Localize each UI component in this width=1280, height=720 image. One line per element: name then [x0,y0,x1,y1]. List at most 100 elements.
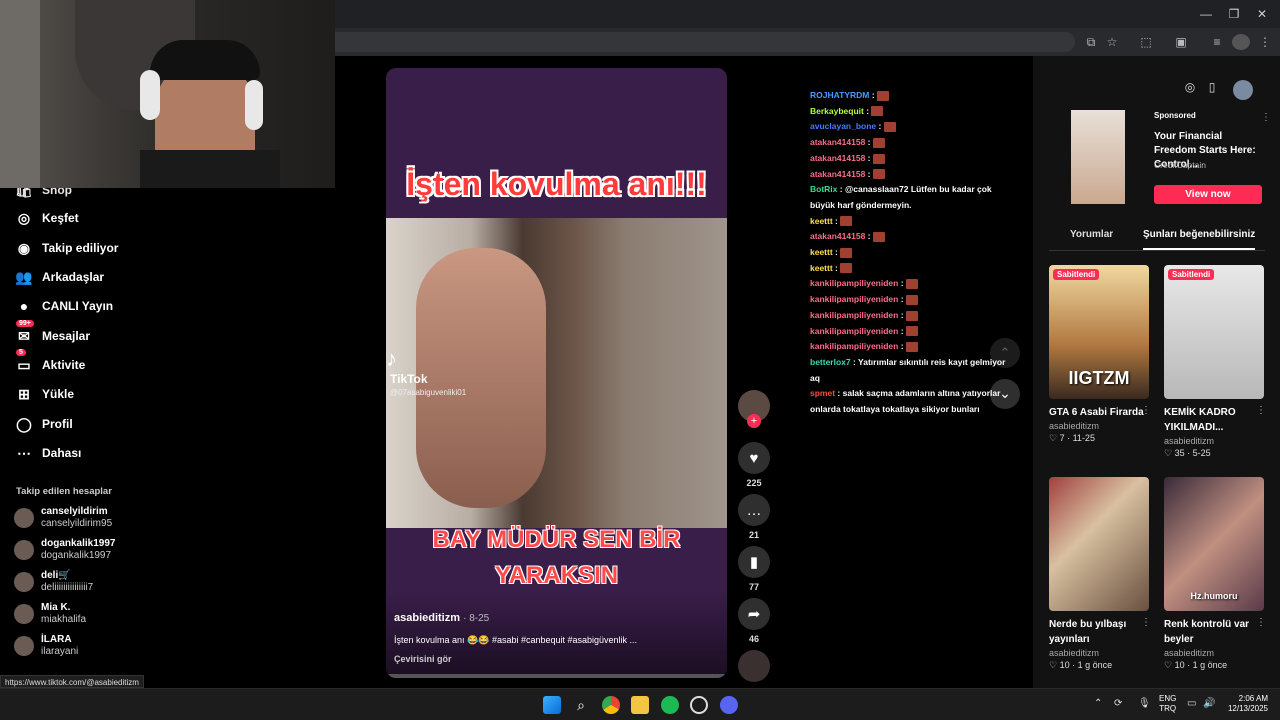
card-user[interactable]: asabieditizm [1164,436,1264,446]
card-title[interactable]: Nerde bu yılbaşı yayınları [1049,617,1149,647]
media-icon[interactable]: ≡ [1208,34,1226,50]
ad-more-icon[interactable]: ⋮ [1261,112,1271,123]
card-meta: ♡ 10 · 1 g önce [1164,660,1264,671]
chat-line: atakan414158 : [810,167,1020,183]
emote-icon [905,279,918,290]
bookmark-star-icon[interactable]: ☆ [1103,34,1121,50]
restore-icon[interactable]: ❐ [1224,6,1244,22]
following-account[interactable]: İLARA ilarayani [14,634,78,658]
card-title[interactable]: KEMİK KADRO YIKILMADI... [1164,405,1264,435]
emote-icon [872,232,885,243]
search-icon[interactable]: ⌕ [572,696,590,714]
music-disc-icon[interactable] [738,650,770,682]
chat-line: aq [810,371,1020,387]
minimize-icon[interactable]: — [1196,6,1216,22]
like-button[interactable]: ♥ 225 [737,442,771,488]
video-player[interactable]: İşten kovulma anı!!! ♪ TikTok @07asabigu… [386,68,727,678]
comment-count: 21 [748,530,759,540]
sidebar-item-6[interactable]: ✉ 99+ Mesajlar [14,320,90,348]
video-author[interactable]: asabieditizm · 8-25 [394,612,489,624]
sidebar-item-8[interactable]: ⊞ Yükle [14,382,74,406]
share-icon[interactable]: ➦ [738,598,770,630]
sidebar-item-label: Aktivite [42,358,86,372]
translate-link[interactable]: Çevirisini gör [394,654,452,664]
sidebar-item-5[interactable]: ● CANLI Yayın [14,294,113,318]
card-more-icon[interactable]: ⋮ [1141,617,1151,628]
following-account[interactable]: dogankalik1997 dogankalik1997 [14,538,115,562]
recommended-video-card[interactable]: ⋮ Nerde bu yılbaşı yayınları asabieditizm ♡… [1049,477,1151,671]
network-icon[interactable]: ▭ [1187,698,1196,709]
video-thumbnail[interactable]: Sabitlendi [1164,265,1264,399]
card-more-icon[interactable]: ⋮ [1256,405,1266,416]
following-account[interactable]: Mia K. miakhalifa [14,602,86,626]
tab-you-may-like[interactable]: Şunları beğenebilirsiniz [1143,229,1255,240]
chat-separator: : [876,121,884,132]
sidebar-item-10[interactable]: ⋯ Dahası [14,441,81,465]
author-name[interactable]: asabieditizm [394,612,460,624]
follow-plus-icon[interactable]: + [747,414,761,428]
extensions-icon[interactable]: ⬚ [1137,34,1155,50]
sidebar-item-3[interactable]: ◉ Takip ediliyor [14,236,119,260]
card-user[interactable]: asabieditizm [1049,648,1149,658]
sidebar-item-2[interactable]: ◎ Keşfet [14,206,79,230]
chat-username: avuclayan_bone [810,121,877,132]
menu-kebab-icon[interactable]: ⋮ [1256,34,1274,50]
spotify-icon[interactable] [661,696,679,714]
chat-line: atakan414158 : [810,135,1020,151]
tab-comments[interactable]: Yorumlar [1070,229,1113,240]
bookmark-icon[interactable]: ▮ [738,546,770,578]
chrome-icon[interactable] [602,696,620,714]
user-avatar[interactable] [1233,80,1253,100]
card-title[interactable]: GTA 6 Asabi Firarda [1049,405,1149,420]
ad-thumbnail[interactable] [1071,110,1125,204]
sidebar-item-9[interactable]: ◯ Profil [14,412,73,436]
recommended-video-card[interactable]: Hz.humoru ⋮ Renk kontrolü var beyler asabie… [1164,477,1266,671]
emote-icon [905,310,918,321]
discord-icon[interactable] [720,696,738,714]
video-thumbnail[interactable] [1049,477,1149,611]
author-avatar-button[interactable]: + [737,390,771,428]
sidepanel-icon[interactable]: ▣ [1172,34,1190,50]
comment-icon[interactable]: … [738,494,770,526]
following-text: deli🛒 deliiiiiiiiiiiiiii7 [41,570,93,594]
video-thumbnail[interactable]: Hz.humoru [1164,477,1264,611]
ad-cta-button[interactable]: View now [1154,185,1262,204]
compass-icon[interactable]: ◎ [1181,80,1199,98]
volume-icon[interactable]: 🔊 [1203,698,1215,709]
close-icon[interactable]: ✕ [1252,6,1272,22]
following-title: Takip edilen hesaplar [16,486,112,497]
video-thumbnail[interactable]: Sabitlendi IIGTZM [1049,265,1149,399]
following-account[interactable]: canselyildirim canselyildirim95 [14,506,112,530]
music-disc-button[interactable] [737,650,771,682]
save-button[interactable]: ▮ 77 [737,546,771,592]
clock[interactable]: 2:06 AM 12/13/2025 [1222,694,1268,714]
sidebar-item-4[interactable]: 👥 Arkadaşlar [14,265,104,289]
address-bar[interactable] [335,32,1075,52]
card-more-icon[interactable]: ⋮ [1141,405,1151,416]
card-user[interactable]: asabieditizm [1049,421,1149,431]
heart-icon[interactable]: ♥ [738,442,770,474]
device-icon[interactable]: ▯ [1203,80,1221,98]
language-indicator[interactable]: ENG TRQ [1159,694,1176,714]
mic-icon[interactable]: 🎙 [1138,698,1151,709]
recommended-video-card[interactable]: Sabitlendi IIGTZM ⋮ GTA 6 Asabi Firarda asab… [1049,265,1151,444]
following-account[interactable]: deli🛒 deliiiiiiiiiiiiiii7 [14,570,93,594]
recommended-video-card[interactable]: Sabitlendi ⋮ KEMİK KADRO YIKILMADI... asabi… [1164,265,1266,459]
sidebar-item-7[interactable]: ▭ 5 Aktivite [14,349,86,377]
video-frame[interactable]: ♪ TikTok @07asabiguvenliki01 [386,218,727,528]
app-icon[interactable] [690,696,708,714]
profile-avatar[interactable] [1232,34,1250,50]
card-user[interactable]: asabieditizm [1164,648,1264,658]
comment-button[interactable]: … 21 [737,494,771,540]
card-title[interactable]: Renk kontrolü var beyler [1164,617,1264,647]
file-explorer-icon[interactable] [631,696,649,714]
share-button[interactable]: ➦ 46 [737,598,771,644]
tray-chevron-up-icon[interactable]: ⌃ [1094,698,1102,709]
card-more-icon[interactable]: ⋮ [1256,617,1266,628]
install-icon[interactable]: ⧉ [1082,34,1100,50]
emote-icon [840,216,853,227]
windows-start-icon[interactable] [543,696,561,714]
video-progress[interactable] [386,674,727,678]
sync-icon[interactable]: ⟳ [1114,698,1122,709]
like-count: 225 [746,478,762,488]
